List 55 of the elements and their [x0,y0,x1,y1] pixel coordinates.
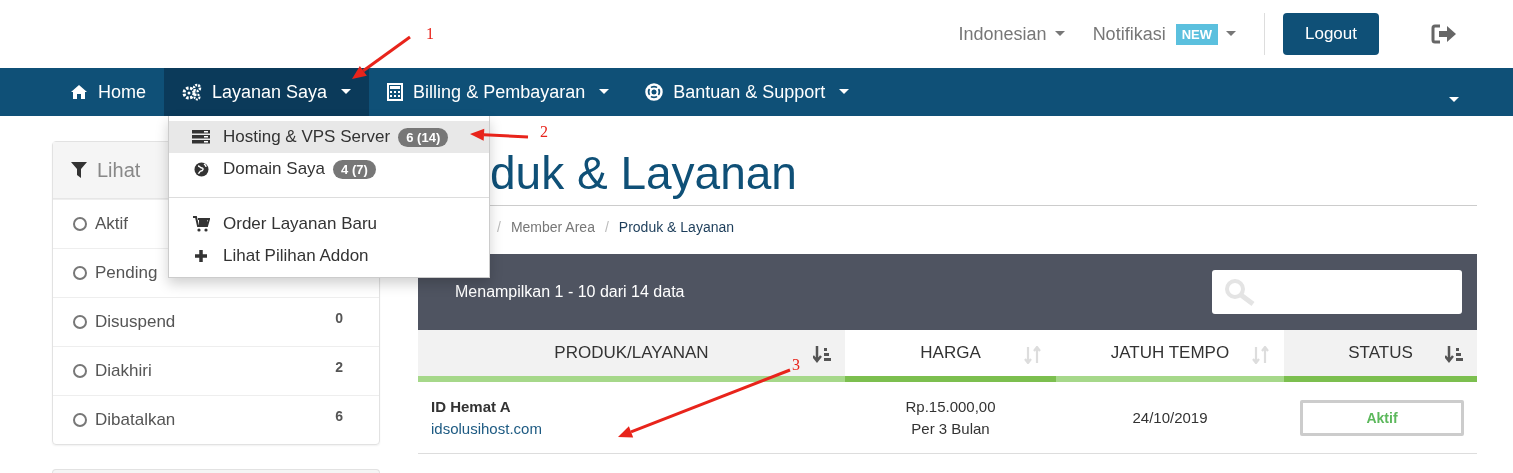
radio-button[interactable] [73,364,87,378]
panel-title: Lihat [97,158,141,182]
radio-button[interactable] [73,315,87,329]
breadcrumb-separator: / [604,219,609,237]
nav-tab[interactable]: Bantuan & Support [627,68,868,116]
annotation-number: 2 [540,123,548,141]
breadcrumb-link[interactable]: Member Area [510,219,595,251]
count-label: 6 [335,408,343,424]
calculator-icon [387,83,404,101]
caret-icon [1449,97,1459,103]
annotation-arrow [470,128,529,141]
billing-cycle: Per 3 Bulan [911,418,990,439]
filter-option[interactable]: Dibatalkan 6 [53,395,379,444]
breadcrumb-current: Produk & Layanan [618,219,735,237]
count-badge: 4 (7) [333,159,376,179]
annotation-number: 1 [426,25,434,43]
menu-item[interactable]: Lihat Pilihan Addon [169,240,489,272]
caret-icon [1226,31,1236,37]
server-icon [192,130,210,144]
gears-icon [182,83,202,101]
price-text: Rp.15.000,00 [905,396,996,417]
domain-link[interactable]: idsolusihost.com [431,417,845,440]
annotation-arrow [352,35,411,79]
product-name: ID Hemat A [431,396,512,417]
filter-icon [71,162,87,178]
count-label: 0 [335,310,343,326]
menu-item[interactable]: Order Layanan Baru [169,208,489,240]
nav-tab[interactable]: Billing & Pembayaran [369,68,628,116]
search-field[interactable] [1212,270,1462,314]
column-header[interactable]: HARGA [845,330,1056,382]
count-label: 2 [335,359,343,375]
filter-option[interactable]: Disuspend 0 [53,297,379,346]
radio-button[interactable] [73,413,87,427]
plus-icon [194,249,208,263]
notifications-menu[interactable]: Notifikasi NEW [1092,23,1236,45]
table-info: Menampilkan 1 - 10 dari 14 data [455,283,685,301]
logout-icon[interactable] [1431,24,1457,44]
caret-icon [1054,31,1065,37]
language-menu[interactable]: Indonesian [958,23,1065,45]
due-date: 24/10/2019 [1132,407,1208,428]
lifebuoy-icon [645,83,664,101]
home-icon [70,84,88,100]
search-icon [1224,278,1256,306]
column-header[interactable]: STATUS [1284,330,1477,382]
nav-tab[interactable]: Layanan Saya [164,68,370,116]
annotation-number: 3 [792,356,800,374]
status-badge: Aktif [1300,399,1464,436]
filter-option[interactable]: Diakhiri 2 [53,346,379,395]
radio-button[interactable] [73,217,87,231]
cart-icon [192,216,210,232]
nav-tab[interactable]: Home [52,68,164,116]
breadcrumb-separator: / [497,219,501,237]
logout-button[interactable]: Logout [1283,13,1379,55]
new-badge: NEW [1175,23,1218,45]
radio-button[interactable] [73,266,87,280]
